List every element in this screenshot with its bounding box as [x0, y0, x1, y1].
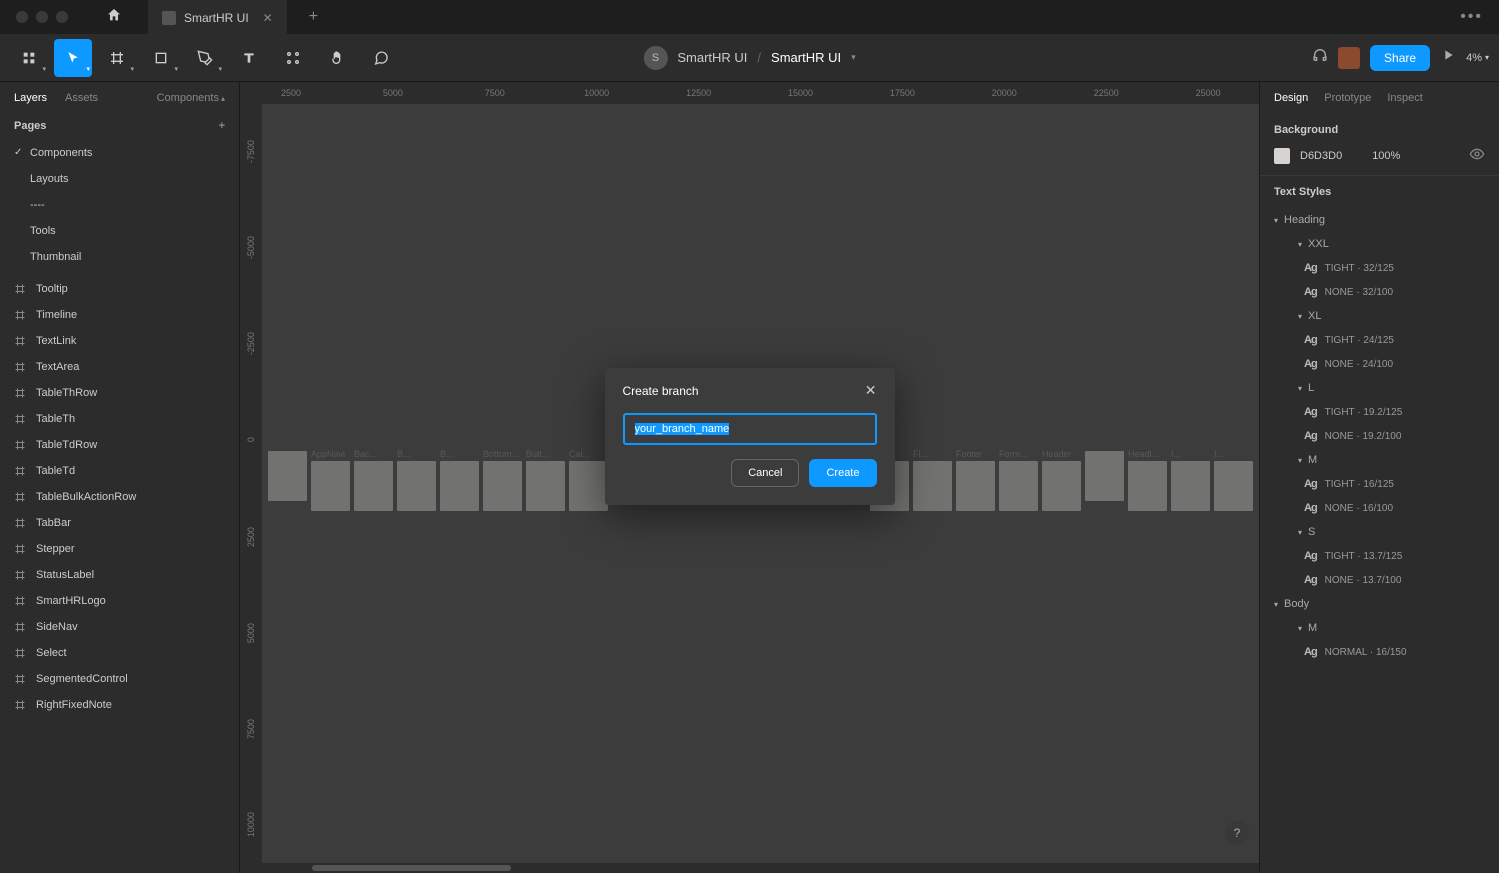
- branch-name-input[interactable]: [623, 413, 877, 445]
- create-branch-modal: Create branch ✕ Cancel Create: [605, 368, 895, 505]
- modal-close-icon[interactable]: ✕: [865, 382, 877, 399]
- modal-title: Create branch: [623, 384, 699, 398]
- cancel-button[interactable]: Cancel: [731, 459, 799, 487]
- create-button[interactable]: Create: [809, 459, 876, 487]
- modal-overlay: Create branch ✕ Cancel Create: [0, 0, 1499, 873]
